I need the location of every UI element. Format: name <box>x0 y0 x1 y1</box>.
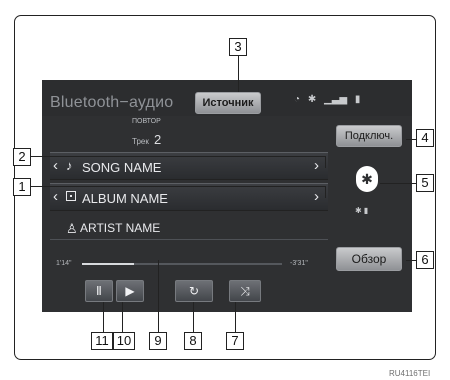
callout-box-11: 11 <box>91 332 113 350</box>
repeat-status-label: ПОВТОР <box>132 118 161 125</box>
play-button[interactable]: ▶ <box>116 280 144 302</box>
shuffle-button[interactable]: ⤨ <box>229 280 261 302</box>
callout-box-8: 8 <box>184 332 202 350</box>
music-note-icon: ♪ <box>66 158 73 173</box>
callout-box-9: 9 <box>149 332 167 350</box>
callout-box-1: 1 <box>13 178 31 196</box>
artist-name: ARTIST NAME <box>80 221 161 235</box>
callout-line-9 <box>158 260 159 332</box>
status-icons: ◔ ✱ ▁▃▅ ▮ <box>294 94 365 105</box>
song-name: SONG NAME <box>82 160 162 175</box>
callout-box-4: 4 <box>416 129 434 147</box>
callout-box-5: 5 <box>416 174 434 192</box>
pause-button[interactable]: Ⅱ <box>85 280 113 302</box>
callout-line-3 <box>238 56 239 92</box>
callout-line-2 <box>31 156 326 157</box>
callout-line-1 <box>31 186 326 187</box>
callout-box-3: 3 <box>229 38 247 56</box>
callout-box-7: 7 <box>226 332 244 350</box>
wifi-icon: ◔ <box>294 94 301 105</box>
callout-line-4 <box>406 139 416 140</box>
browse-button[interactable]: Обзор <box>336 247 402 271</box>
play-icon: ▶ <box>125 284 135 298</box>
screen-title: Bluetooth−аудио <box>50 94 174 111</box>
shuffle-icon: ⤨ <box>240 284 250 298</box>
remaining-time: -3'31" <box>290 260 308 267</box>
next-album-chevron-icon[interactable]: › <box>314 188 319 205</box>
artist-icon: ♙ <box>66 221 78 236</box>
figure-code: RU4116TEI <box>389 369 431 378</box>
callout-line-6 <box>406 260 416 261</box>
callout-line-11 <box>103 302 104 332</box>
callout-box-10: 10 <box>113 332 135 350</box>
callout-box-2: 2 <box>13 148 31 166</box>
progress-bar[interactable] <box>82 263 282 265</box>
repeat-icon: ↻ <box>188 284 200 298</box>
previous-song-chevron-icon[interactable]: ‹ <box>53 157 58 174</box>
callout-line-7 <box>235 302 236 332</box>
connect-button[interactable]: Подключ. <box>336 125 402 147</box>
pause-icon: Ⅱ <box>96 284 102 298</box>
progress-fill <box>82 263 134 265</box>
next-song-chevron-icon[interactable]: › <box>314 157 319 174</box>
bluetooth-icon: ✱ <box>356 166 378 192</box>
album-row[interactable]: ‹ ALBUM NAME › <box>50 183 328 211</box>
track-number: 2 <box>154 132 162 147</box>
elapsed-time: 1'14" <box>56 260 72 267</box>
artist-row: ♙ ARTIST NAME <box>50 216 328 240</box>
repeat-button[interactable]: ↻ <box>175 280 213 302</box>
callout-line-8 <box>193 302 194 332</box>
signal-strength-icon: ▁▃▅ <box>324 94 348 105</box>
source-button[interactable]: Источник <box>195 92 261 114</box>
album-name: ALBUM NAME <box>82 191 168 206</box>
album-icon <box>66 191 76 201</box>
previous-album-chevron-icon[interactable]: ‹ <box>53 188 58 205</box>
page: { "screen": { "title": "Bluetooth−аудио"… <box>0 0 450 380</box>
callout-line-5 <box>380 183 416 184</box>
callout-line-2-right <box>325 156 326 168</box>
callout-line-1-right <box>325 186 326 198</box>
audio-screen: Bluetooth−аудио Источник ◔ ✱ ▁▃▅ ▮ ПОВТО… <box>42 80 412 312</box>
track-label: Трек <box>132 137 149 146</box>
bluetooth-icon: ✱ <box>307 94 317 105</box>
callout-box-6: 6 <box>416 251 434 269</box>
battery-icon: ▮ <box>354 94 361 105</box>
device-status-icons: ✱ ▮ <box>355 206 369 215</box>
callout-line-10 <box>122 302 123 332</box>
